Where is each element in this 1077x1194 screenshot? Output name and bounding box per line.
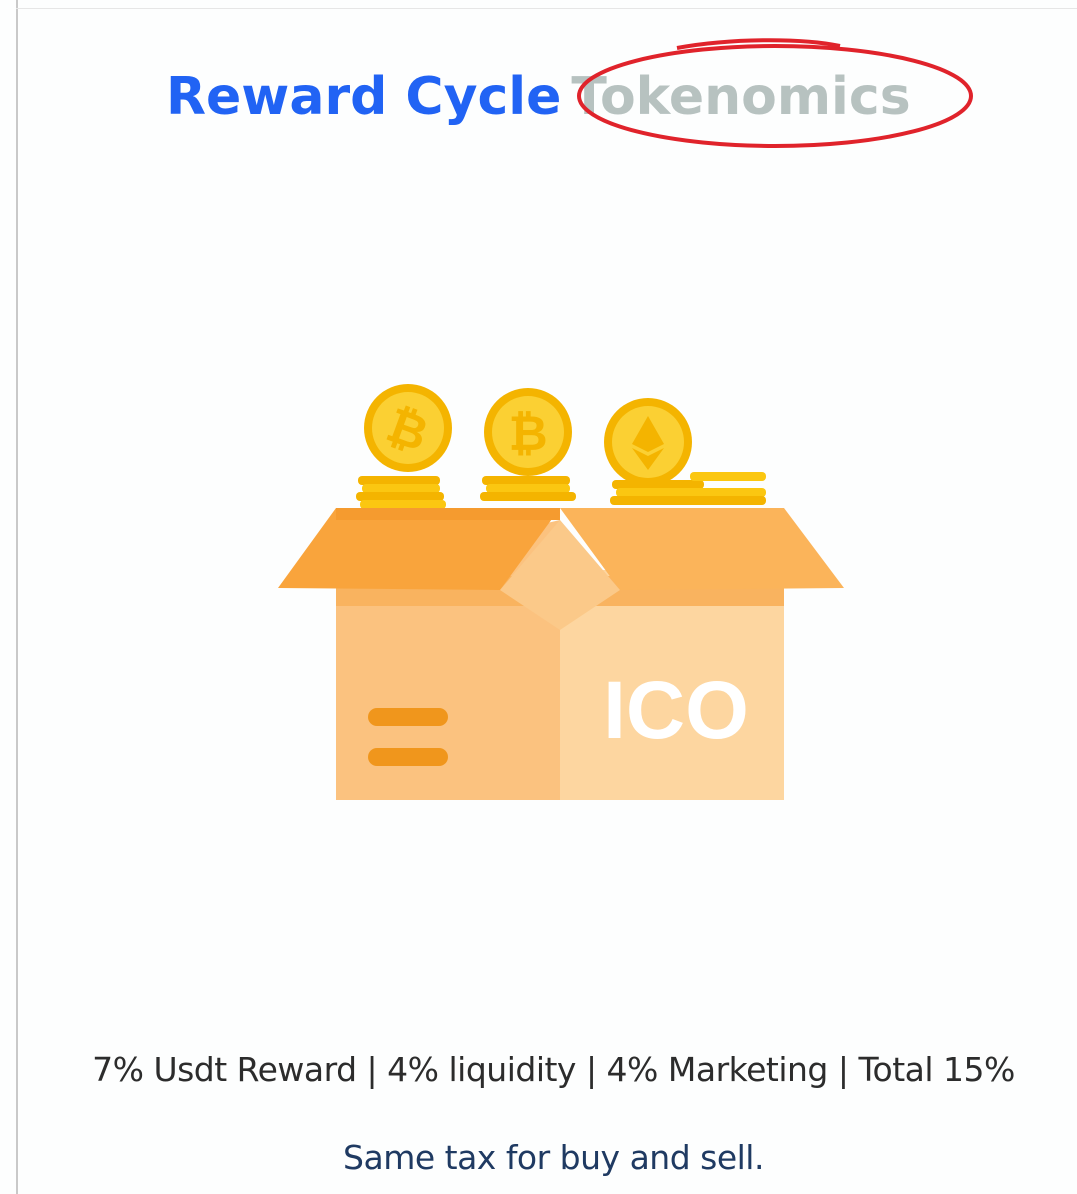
tax-note: Same tax for buy and sell. xyxy=(343,1138,764,1177)
tax-breakdown: 7% Usdt Reward | 4% liquidity | 4% Marke… xyxy=(92,1050,1015,1089)
ethereum-coin-icon xyxy=(604,398,692,486)
bitcoin-coin-icon: ₿ xyxy=(364,384,452,472)
tokenomics-card: Reward Cycle Tokenomics ₿ ₿ ICO 7% Usdt … xyxy=(0,0,1077,1194)
coin-stack-left xyxy=(356,476,446,509)
coin-stack-middle xyxy=(480,476,576,501)
card-top-border xyxy=(16,8,1077,9)
bitcoin-coin-icon: ₿ xyxy=(484,388,572,476)
svg-text:₿: ₿ xyxy=(508,406,547,462)
card-left-border xyxy=(16,0,18,1194)
page-title: Reward Cycle Tokenomics xyxy=(166,52,911,142)
title-reward-cycle: Reward Cycle xyxy=(166,67,562,127)
box-handle-slot xyxy=(368,708,448,726)
ico-box-illustration: ₿ ₿ ICO xyxy=(278,384,844,800)
box-handle-slot xyxy=(368,748,448,766)
title-tokenomics: Tokenomics xyxy=(571,67,911,127)
ico-label: ICO xyxy=(603,665,749,756)
